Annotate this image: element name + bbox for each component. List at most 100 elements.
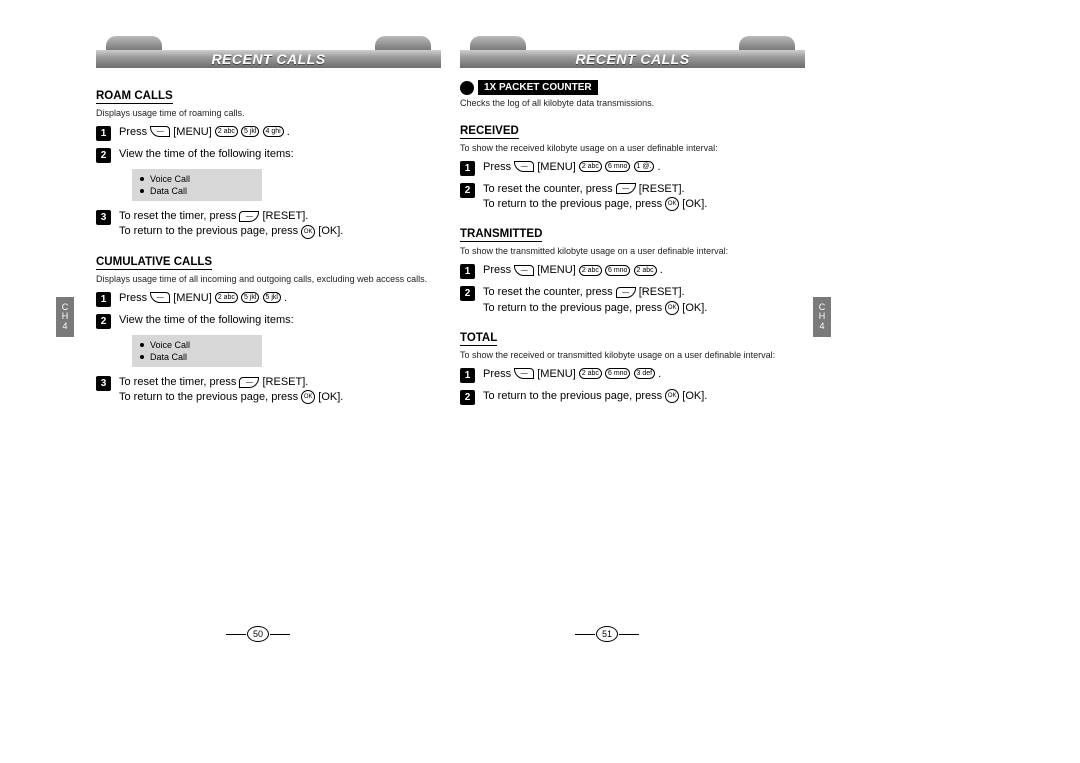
header-tab-icon bbox=[470, 36, 526, 50]
info-box: Voice Call Data Call bbox=[132, 169, 262, 201]
section-desc: Displays usage time of all incoming and … bbox=[96, 274, 441, 285]
step-pre: To return to the previous page, press bbox=[483, 390, 665, 402]
bullet-icon bbox=[140, 355, 144, 359]
info-text: Data Call bbox=[150, 351, 187, 363]
step-post: . bbox=[287, 126, 290, 138]
step-number-icon: 2 bbox=[96, 314, 111, 329]
key-icon: 5 jkl bbox=[263, 292, 281, 303]
key-icon: 4 ghi bbox=[263, 126, 284, 137]
section-desc: Checks the log of all kilobyte data tran… bbox=[460, 98, 805, 109]
step-text: View the time of the following items: bbox=[119, 147, 441, 162]
bullet-icon bbox=[140, 189, 144, 193]
step-number-icon: 2 bbox=[460, 183, 475, 198]
step-pre: Press bbox=[483, 161, 514, 173]
section-heading-transmitted: TRANSMITTED bbox=[460, 228, 542, 242]
ok-label: [OK]. bbox=[682, 302, 707, 314]
softkey-icon: — bbox=[616, 183, 636, 194]
step-text: Press — [MENU] 2 abc 6 mno 2 abc . bbox=[483, 263, 805, 278]
reset-label: [RESET]. bbox=[263, 376, 309, 388]
step-pre: Press bbox=[119, 126, 150, 138]
step-number-icon: 1 bbox=[96, 126, 111, 141]
bullet-icon bbox=[140, 343, 144, 347]
info-row: Voice Call bbox=[140, 173, 254, 185]
menu-label: [MENU] bbox=[173, 126, 212, 138]
key-icon: 2 abc bbox=[579, 368, 602, 379]
softkey-icon: — bbox=[514, 265, 534, 276]
step-text: View the time of the following items: bbox=[119, 313, 441, 328]
step: 2 View the time of the following items: bbox=[96, 313, 441, 329]
ok-key-icon: OK bbox=[665, 389, 679, 403]
key-icon: 3 def bbox=[634, 368, 656, 379]
step-number-icon: 1 bbox=[96, 292, 111, 307]
step-post: . bbox=[284, 292, 287, 304]
step-text: Press — [MENU] 2 abc 6 mno 3 def . bbox=[483, 367, 805, 382]
section-heading-cumulative: CUMULATIVE CALLS bbox=[96, 256, 212, 270]
step-post: . bbox=[660, 264, 663, 276]
step: 1 Press — [MENU] 2 abc 6 mno 3 def . bbox=[460, 367, 805, 383]
reset-label: [RESET]. bbox=[639, 183, 685, 195]
menu-label: [MENU] bbox=[537, 368, 576, 380]
step-pre: To reset the counter, press bbox=[483, 286, 616, 298]
step-line2-pre: To return to the previous page, press bbox=[119, 391, 301, 403]
chapter-tab-left: C H 4 bbox=[56, 297, 74, 337]
key-icon: 6 mno bbox=[605, 265, 630, 276]
step: 2 View the time of the following items: bbox=[96, 147, 441, 163]
page-title: RECENT CALLS bbox=[460, 50, 805, 68]
chapter-tab-text: 4 bbox=[56, 322, 74, 331]
key-icon: 1 @. bbox=[634, 161, 655, 172]
section-desc: To show the received or transmitted kilo… bbox=[460, 350, 805, 361]
section-heading-roam: ROAM CALLS bbox=[96, 90, 173, 104]
menu-label: [MENU] bbox=[537, 161, 576, 173]
step: 2 To reset the counter, press — [RESET].… bbox=[460, 182, 805, 213]
step: 1 Press — [MENU] 2 abc 5 jkl 5 jkl . bbox=[96, 291, 441, 307]
step-text: Press — [MENU] 2 abc 5 jkl 4 ghi . bbox=[119, 125, 441, 140]
softkey-icon: — bbox=[150, 292, 170, 303]
step-number-icon: 2 bbox=[96, 148, 111, 163]
ok-label: [OK]. bbox=[682, 390, 707, 402]
info-text: Data Call bbox=[150, 185, 187, 197]
ok-label: [OK]. bbox=[682, 198, 707, 210]
header-tab-icon bbox=[739, 36, 795, 50]
softkey-icon: — bbox=[239, 211, 259, 222]
key-icon: 2 abc bbox=[215, 292, 238, 303]
softkey-icon: — bbox=[514, 161, 534, 172]
key-icon: 2 abc bbox=[634, 265, 657, 276]
step-number-icon: 3 bbox=[96, 210, 111, 225]
step-number-icon: 3 bbox=[96, 376, 111, 391]
key-icon: 6 mno bbox=[605, 368, 630, 379]
step-text: To reset the timer, press — [RESET]. To … bbox=[119, 209, 441, 240]
step-number-icon: 1 bbox=[460, 264, 475, 279]
bullet-icon bbox=[140, 177, 144, 181]
step-line2-pre: To return to the previous page, press bbox=[483, 302, 665, 314]
step: 1 Press — [MENU] 2 abc 5 jkl 4 ghi . bbox=[96, 125, 441, 141]
step: 2 To reset the counter, press — [RESET].… bbox=[460, 285, 805, 316]
step-text: To return to the previous page, press OK… bbox=[483, 389, 805, 404]
reset-label: [RESET]. bbox=[639, 286, 685, 298]
pill-circle-icon bbox=[460, 81, 474, 95]
page-number-right: 51 bbox=[596, 626, 618, 642]
chapter-tab-right: C H 4 bbox=[813, 297, 831, 337]
menu-label: [MENU] bbox=[173, 292, 212, 304]
step-pre: To reset the timer, press bbox=[119, 376, 239, 388]
step-post: . bbox=[657, 161, 660, 173]
softkey-icon: — bbox=[239, 377, 259, 388]
section-heading-total: TOTAL bbox=[460, 332, 497, 346]
step: 3 To reset the timer, press — [RESET]. T… bbox=[96, 209, 441, 240]
pill-label: 1X PACKET COUNTER bbox=[478, 80, 598, 95]
page-title: RECENT CALLS bbox=[96, 50, 441, 68]
ok-key-icon: OK bbox=[665, 301, 679, 315]
step-text: To reset the counter, press — [RESET]. T… bbox=[483, 285, 805, 316]
info-row: Voice Call bbox=[140, 339, 254, 351]
step-pre: To reset the counter, press bbox=[483, 183, 616, 195]
page-header: RECENT CALLS bbox=[96, 36, 441, 68]
step: 1 Press — [MENU] 2 abc 6 mno 2 abc . bbox=[460, 263, 805, 279]
key-icon: 5 jkl bbox=[241, 126, 259, 137]
info-row: Data Call bbox=[140, 185, 254, 197]
step-text: To reset the counter, press — [RESET]. T… bbox=[483, 182, 805, 213]
page-number-left: 50 bbox=[247, 626, 269, 642]
softkey-icon: — bbox=[616, 287, 636, 298]
ok-key-icon: OK bbox=[665, 197, 679, 211]
info-row: Data Call bbox=[140, 351, 254, 363]
step-number-icon: 2 bbox=[460, 286, 475, 301]
section-pill: 1X PACKET COUNTER bbox=[460, 80, 805, 95]
